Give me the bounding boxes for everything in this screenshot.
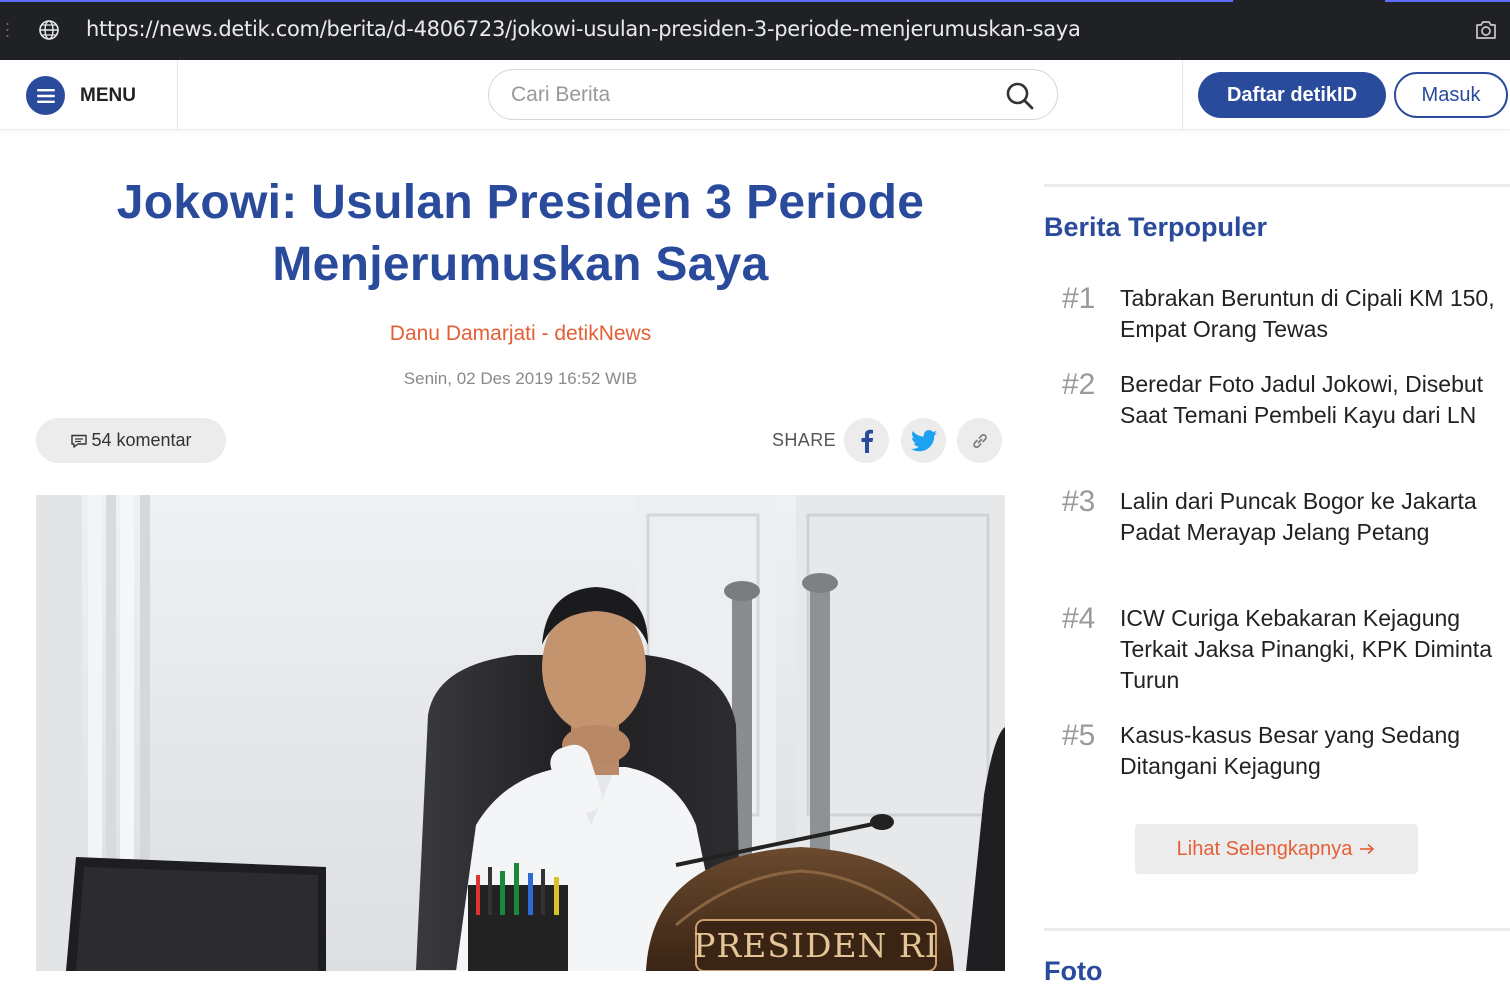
- comments-count: 54 komentar: [91, 430, 192, 450]
- search-input[interactable]: [511, 82, 991, 108]
- popular-item[interactable]: #1 Tabrakan Beruntun di Cipali KM 150, E…: [1062, 283, 1510, 345]
- see-more-button[interactable]: Lihat Selengkapnya: [1135, 824, 1418, 874]
- popular-rank: #4: [1062, 602, 1096, 635]
- menu-label: MENU: [80, 84, 136, 106]
- article-date: Senin, 02 Des 2019 16:52 WIB: [403, 369, 638, 388]
- popular-item[interactable]: #2 Beredar Foto Jadul Jokowi, Disebut Sa…: [1062, 369, 1510, 431]
- register-button[interactable]: Daftar detikID: [1198, 72, 1386, 118]
- see-more-label: Lihat Selengkapnya: [1176, 837, 1353, 860]
- sidebar-divider-bottom: [1044, 928, 1510, 931]
- popular-rank: #1: [1062, 282, 1096, 315]
- link-icon: [972, 433, 987, 448]
- camera-icon[interactable]: [1474, 19, 1498, 41]
- page-load-indicator: [0, 0, 1233, 2]
- article-photo[interactable]: PRESIDEN RI: [36, 495, 1005, 971]
- popular-headline[interactable]: Lalin dari Puncak Bogor ke Jakarta Padat…: [1120, 486, 1510, 548]
- page-load-indicator-right: [1385, 0, 1510, 2]
- twitter-icon: [910, 429, 937, 451]
- comment-icon: [71, 434, 88, 448]
- share-label: SHARE: [772, 430, 837, 450]
- popular-headline[interactable]: Beredar Foto Jadul Jokowi, Disebut Saat …: [1120, 369, 1510, 431]
- popular-rank: #2: [1062, 368, 1096, 401]
- drag-handle-icon: [6, 23, 9, 37]
- popular-rank: #3: [1062, 485, 1096, 518]
- share-twitter-button[interactable]: [901, 418, 946, 463]
- article-title: Jokowi: Usulan Presiden 3 Periode Menjer…: [116, 176, 925, 291]
- browser-address-bar: https://news.detik.com/berita/d-4806723/…: [0, 0, 1510, 60]
- share-link-button[interactable]: [957, 418, 1002, 463]
- login-button[interactable]: Masuk: [1394, 72, 1508, 118]
- header-divider-right: [1182, 60, 1183, 130]
- popular-item[interactable]: #4 ICW Curiga Kebakaran Kejagung Terkait…: [1062, 603, 1510, 696]
- search-icon[interactable]: [1005, 81, 1035, 111]
- photo-section-title: Foto: [1044, 956, 1103, 986]
- search-box: [488, 69, 1058, 120]
- share-facebook-button[interactable]: [844, 418, 889, 463]
- facebook-icon: [861, 429, 873, 453]
- hamburger-icon: [26, 76, 65, 115]
- popular-item[interactable]: #3 Lalin dari Puncak Bogor ke Jakarta Pa…: [1062, 486, 1510, 548]
- article-photo-illustration: PRESIDEN RI: [36, 495, 1005, 971]
- url-text[interactable]: https://news.detik.com/berita/d-4806723/…: [86, 17, 1081, 41]
- article-author[interactable]: Danu Damarjati - detikNews: [36, 322, 1005, 346]
- comments-button[interactable]: 54 komentar: [36, 418, 226, 463]
- nameplate-text: PRESIDEN RI: [693, 926, 939, 965]
- popular-headline[interactable]: Tabrakan Beruntun di Cipali KM 150, Empa…: [1120, 283, 1510, 345]
- arrow-right-icon: [1360, 843, 1375, 855]
- popular-rank: #5: [1062, 719, 1096, 752]
- globe-icon[interactable]: [38, 19, 60, 41]
- popular-news-title: Berita Terpopuler: [1044, 212, 1268, 242]
- popular-headline[interactable]: ICW Curiga Kebakaran Kejagung Terkait Ja…: [1120, 603, 1510, 696]
- site-header: MENU Daftar detikID Masuk: [0, 60, 1510, 130]
- popular-headline[interactable]: Kasus-kasus Besar yang Sedang Ditangani …: [1120, 720, 1510, 782]
- sidebar-divider-top: [1044, 184, 1510, 187]
- menu-button[interactable]: MENU: [26, 76, 136, 115]
- header-divider-left: [177, 60, 178, 130]
- popular-item[interactable]: #5 Kasus-kasus Besar yang Sedang Ditanga…: [1062, 720, 1510, 782]
